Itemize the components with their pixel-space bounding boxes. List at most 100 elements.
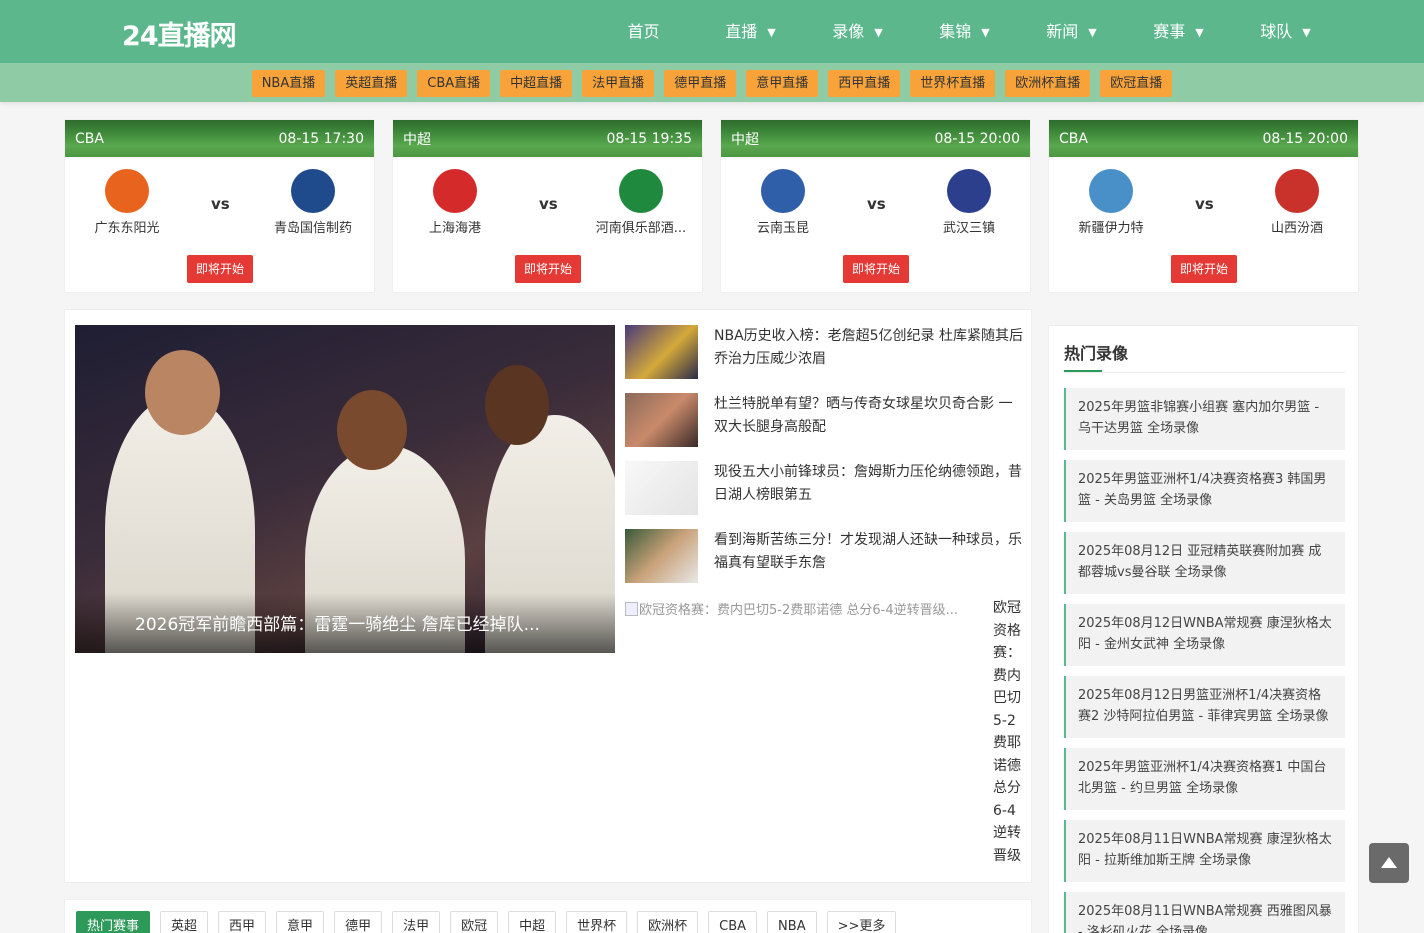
news-item[interactable]: 现役五大小前锋球员：詹姆斯力压伦纳德领跑，昔日湖人榜眼第五	[625, 461, 1025, 517]
top-navbar: 24直播网 首页 直播 ▼ 录像 ▼ 集锦 ▼ 新闻 ▼ 赛事 ▼ 球队 ▼	[0, 0, 1424, 63]
news-thumbnail[interactable]	[625, 393, 698, 447]
nav-item[interactable]: 集锦 ▼	[911, 0, 1018, 63]
team-crest-icon	[1275, 169, 1319, 213]
match-card[interactable]: 中超 08-15 20:00 云南玉昆 武汉三镇 vs 即将开始	[720, 119, 1031, 293]
team-away[interactable]: 山西汾酒	[1237, 157, 1357, 236]
match-header: 中超 08-15 19:35	[393, 120, 702, 157]
vs-label: vs	[539, 195, 558, 213]
team-name: 新疆伊力特	[1078, 221, 1144, 236]
hero-news-image[interactable]: 2026冠军前瞻西部篇：雷霆一骑绝尘 詹库已经掉队...	[75, 325, 615, 653]
hero-title[interactable]: 2026冠军前瞻西部篇：雷霆一骑绝尘 詹库已经掉队...	[75, 593, 615, 653]
news-title[interactable]: NBA历史收入榜：老詹超5亿创纪录 杜库紧随其后 乔治力压威少浓眉	[714, 325, 1024, 371]
news-item[interactable]: 看到海斯苦练三分！才发现湖人还缺一种球员，乐福真有望联手东詹	[625, 529, 1025, 585]
nav-item[interactable]: 球队 ▼	[1232, 0, 1339, 63]
match-header: CBA 08-15 20:00	[1049, 120, 1358, 157]
match-time: 08-15 20:00	[934, 130, 1020, 147]
team-away[interactable]: 青岛国信制药	[253, 157, 373, 236]
replay-item[interactable]: 2025年男篮亚洲杯1/4决赛资格赛1 中国台北男篮 - 约旦男篮 全场录像	[1064, 748, 1345, 810]
tab-10[interactable]: CBA	[708, 911, 758, 933]
live-category-link[interactable]: 英超直播	[335, 70, 408, 97]
live-category-link[interactable]: 欧洲杯直播	[1005, 70, 1091, 97]
news-title[interactable]: 现役五大小前锋球员：詹姆斯力压伦纳德领跑，昔日湖人榜眼第五	[714, 461, 1024, 507]
nav-item[interactable]: 新闻 ▼	[1018, 0, 1125, 63]
live-category-link[interactable]: 世界杯直播	[910, 70, 996, 97]
status-button[interactable]: 即将开始	[843, 255, 909, 283]
team-home[interactable]: 上海海港	[395, 157, 515, 236]
broken-image-placeholder[interactable]: 欧冠资格赛：费内巴切5-2费耶诺德 总分6-4逆转晋级...	[625, 599, 985, 618]
status-button[interactable]: 即将开始	[1171, 255, 1237, 283]
news-thumbnail[interactable]	[625, 325, 698, 379]
tab-7[interactable]: 中超	[508, 911, 557, 933]
team-crest-icon	[291, 169, 335, 213]
site-logo[interactable]: 24直播网	[122, 14, 237, 53]
replay-item[interactable]: 2025年08月12日男篮亚洲杯1/4决赛资格赛2 沙特阿拉伯男篮 - 菲律宾男…	[1064, 676, 1345, 738]
live-category-link[interactable]: 德甲直播	[664, 70, 737, 97]
player-head	[337, 390, 407, 470]
nav-item[interactable]: 首页	[590, 0, 697, 63]
replay-item[interactable]: 2025年男篮亚洲杯1/4决赛资格赛3 韩国男篮 - 关岛男篮 全场录像	[1064, 460, 1345, 522]
tab-1[interactable]: 英超	[160, 911, 209, 933]
tab-0[interactable]: 热门赛事	[76, 911, 151, 933]
nav-item-label: 直播	[725, 22, 758, 41]
chevron-down-icon: ▼	[767, 26, 776, 39]
replay-item[interactable]: 2025年男篮非锦赛小组赛 塞内加尔男篮 - 乌干达男篮 全场录像	[1064, 388, 1345, 450]
match-card[interactable]: 中超 08-15 19:35 上海海港 河南俱乐部酒... vs 即将开始	[392, 119, 703, 293]
news-item[interactable]: NBA历史收入榜：老詹超5亿创纪录 杜库紧随其后 乔治力压威少浓眉	[625, 325, 1025, 381]
live-category-link[interactable]: 意甲直播	[746, 70, 819, 97]
live-category-link[interactable]: CBA直播	[417, 70, 491, 97]
tab-5[interactable]: 法甲	[392, 911, 441, 933]
nav-item-label: 赛事	[1153, 22, 1186, 41]
live-category-link[interactable]: 中超直播	[500, 70, 573, 97]
news-panel: 2026冠军前瞻西部篇：雷霆一骑绝尘 詹库已经掉队... NBA历史收入榜：老詹…	[64, 309, 1032, 883]
live-category-link[interactable]: 欧冠直播	[1100, 70, 1173, 97]
status-button[interactable]: 即将开始	[187, 255, 253, 283]
match-time: 08-15 19:35	[606, 130, 692, 147]
tab-12[interactable]: >>更多	[826, 911, 897, 933]
team-home[interactable]: 云南玉昆	[723, 157, 843, 236]
tab-8[interactable]: 世界杯	[566, 911, 628, 933]
team-name: 广东东阳光	[94, 221, 160, 236]
tab-11[interactable]: NBA	[767, 911, 817, 933]
league-name: 中超	[731, 131, 759, 148]
nav-item-label: 首页	[627, 22, 660, 41]
team-away[interactable]: 河南俱乐部酒...	[581, 157, 701, 236]
replay-item[interactable]: 2025年08月11日WNBA常规赛 西雅图风暴 - 洛杉矶火花 全场录像	[1064, 892, 1345, 933]
news-thumbnail[interactable]	[625, 461, 698, 515]
tab-4[interactable]: 德甲	[334, 911, 383, 933]
live-category-link[interactable]: 法甲直播	[582, 70, 655, 97]
team-home[interactable]: 新疆伊力特	[1051, 157, 1171, 236]
vertical-news-title[interactable]: 欧冠资格赛：费内巴切5-2费耶诺德总分6-4逆转晋级	[993, 597, 1025, 867]
nav-item-label: 集锦	[939, 22, 972, 41]
team-away[interactable]: 武汉三镇	[909, 157, 1029, 236]
live-category-link[interactable]: 西甲直播	[828, 70, 901, 97]
league-name: CBA	[1059, 130, 1088, 147]
team-crest-icon	[619, 169, 663, 213]
back-to-top-button[interactable]	[1369, 843, 1409, 883]
replay-item[interactable]: 2025年08月12日WNBA常规赛 康涅狄格太阳 - 金州女武神 全场录像	[1064, 604, 1345, 666]
team-home[interactable]: 广东东阳光	[67, 157, 187, 236]
match-card[interactable]: CBA 08-15 17:30 广东东阳光 青岛国信制药 vs 即将开始	[64, 119, 375, 293]
news-thumbnail[interactable]	[625, 529, 698, 583]
match-time: 08-15 17:30	[278, 130, 364, 147]
chevron-down-icon: ▼	[1195, 26, 1204, 39]
match-card[interactable]: CBA 08-15 20:00 新疆伊力特 山西汾酒 vs 即将开始	[1048, 119, 1359, 293]
live-category-link[interactable]: NBA直播	[251, 70, 326, 97]
tab-2[interactable]: 西甲	[218, 911, 267, 933]
status-button[interactable]: 即将开始	[515, 255, 581, 283]
nav-item-label: 新闻	[1046, 22, 1079, 41]
nav-item[interactable]: 直播 ▼	[697, 0, 804, 63]
tab-9[interactable]: 欧洲杯	[637, 911, 699, 933]
news-title[interactable]: 看到海斯苦练三分！才发现湖人还缺一种球员，乐福真有望联手东詹	[714, 529, 1024, 575]
nav-item[interactable]: 录像 ▼	[804, 0, 911, 63]
vs-label: vs	[1195, 195, 1214, 213]
nav-item-label: 球队	[1260, 22, 1293, 41]
replay-item[interactable]: 2025年08月12日 亚冠精英联赛附加赛 成都蓉城vs曼谷联 全场录像	[1064, 532, 1345, 594]
news-item[interactable]: 杜兰特脱单有望？晒与传奇女球星坎贝奇合影 一双大长腿身高般配	[625, 393, 1025, 449]
tab-6[interactable]: 欧冠	[450, 911, 499, 933]
nav-item[interactable]: 赛事 ▼	[1125, 0, 1232, 63]
replay-item[interactable]: 2025年08月11日WNBA常规赛 康涅狄格太阳 - 拉斯维加斯王牌 全场录像	[1064, 820, 1345, 882]
team-name: 青岛国信制药	[273, 221, 352, 236]
news-title[interactable]: 杜兰特脱单有望？晒与传奇女球星坎贝奇合影 一双大长腿身高般配	[714, 393, 1024, 439]
chevron-down-icon: ▼	[874, 26, 883, 39]
tab-3[interactable]: 意甲	[276, 911, 325, 933]
